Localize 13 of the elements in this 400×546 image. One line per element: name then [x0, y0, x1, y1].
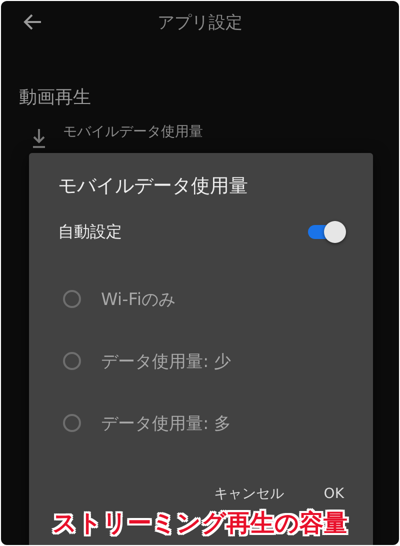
option-label: データ使用量: 多 — [101, 412, 232, 434]
section-title: 動画再生 — [19, 86, 92, 109]
dialog-button[interactable]: キャンセル — [202, 479, 296, 509]
caption: ストリーミング再生の容量 — [52, 508, 348, 539]
dialog-button[interactable]: OK — [312, 479, 356, 509]
download-icon — [31, 127, 47, 149]
dialog-title: モバイルデータ使用量 — [58, 174, 249, 199]
option-label: データ使用量: 少 — [101, 350, 232, 372]
auto-setting-label: 自動設定 — [58, 222, 122, 242]
auto-setting-switch[interactable] — [308, 221, 344, 243]
setting-label[interactable]: モバイルデータ使用量 — [63, 123, 203, 141]
option-label: Wi-Fiのみ — [101, 288, 176, 310]
screen-title: アプリ設定 — [156, 12, 244, 34]
